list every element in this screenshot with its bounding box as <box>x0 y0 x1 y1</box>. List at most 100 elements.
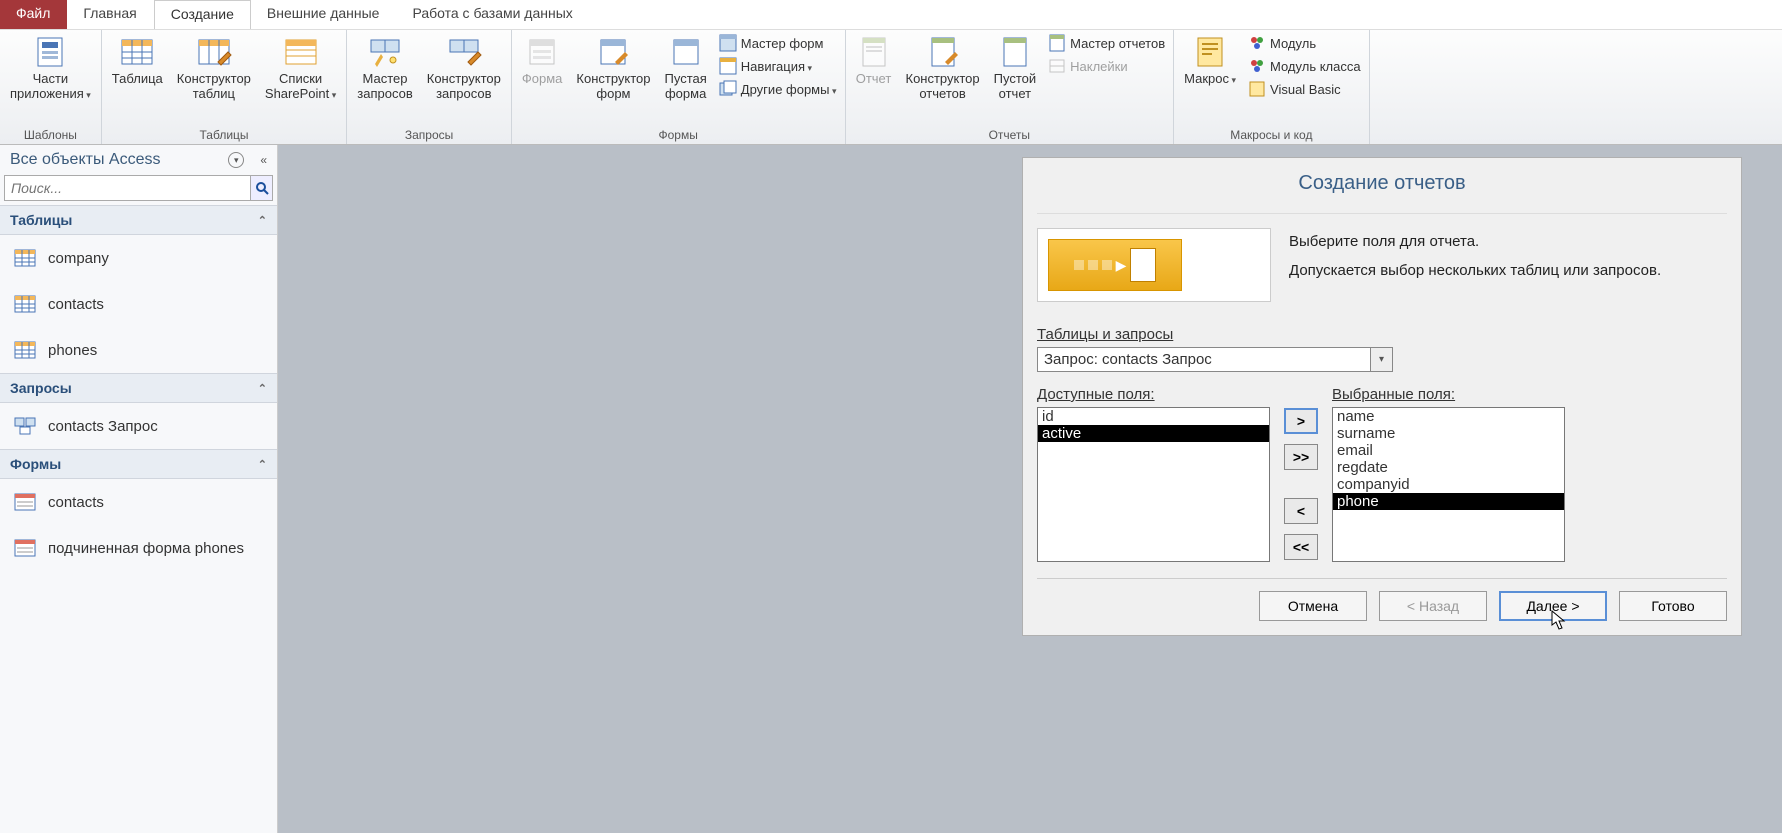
blank-form-button[interactable]: Пустая форма <box>659 32 713 104</box>
dropdown-icon[interactable]: ▾ <box>1371 347 1393 372</box>
report-wizard-label: Мастер отчетов <box>1070 36 1165 51</box>
available-fields-listbox[interactable]: idactive <box>1037 407 1270 562</box>
next-button[interactable]: Далее > <box>1499 591 1607 621</box>
nav-collapse-icon[interactable]: « <box>260 153 267 167</box>
blank-report-icon <box>997 34 1033 70</box>
ribbon-group-queries: Мастер запросов Конструктор запросов Зап… <box>347 30 512 144</box>
source-select[interactable]: Запрос: contacts Запрос ▾ <box>1037 347 1393 372</box>
nav-item-form[interactable]: подчиненная форма phones <box>0 525 277 571</box>
tab-external[interactable]: Внешние данные <box>251 0 397 29</box>
query-wizard-button[interactable]: Мастер запросов <box>351 32 418 104</box>
sharepoint-button[interactable]: Списки SharePoint <box>259 32 342 104</box>
search-go-icon[interactable] <box>251 175 273 201</box>
other-forms-button[interactable]: Другие формы <box>715 78 841 100</box>
report-wizard-button[interactable]: Мастер отчетов <box>1044 32 1169 54</box>
form-button[interactable]: Форма <box>516 32 569 89</box>
nav-item-label: contacts Запрос <box>48 418 158 435</box>
report-design-label: Конструктор отчетов <box>906 72 980 102</box>
macro-button[interactable]: Макрос <box>1178 32 1242 89</box>
tab-dbtools[interactable]: Работа с базами данных <box>396 0 589 29</box>
query-design-button[interactable]: Конструктор запросов <box>421 32 507 104</box>
nav-pane-header[interactable]: Все объекты Access ▾ « <box>0 145 277 175</box>
form-icon <box>14 539 36 557</box>
app-parts-button[interactable]: Части приложения <box>4 32 97 104</box>
visual-basic-icon <box>1248 80 1266 98</box>
tab-home[interactable]: Главная <box>67 0 153 29</box>
nav-item-table[interactable]: phones <box>0 327 277 373</box>
report-icon <box>856 34 892 70</box>
ribbon-group-templates: Части приложения Шаблоны <box>0 30 102 144</box>
query-design-icon <box>446 34 482 70</box>
wizard-prompt1: Выберите поля для отчета. <box>1289 228 1727 257</box>
listbox-option[interactable]: surname <box>1333 425 1564 442</box>
group-macros-label: Макросы и код <box>1178 128 1364 144</box>
sharepoint-label: Списки SharePoint <box>265 72 336 102</box>
nav-section-forms-label: Формы <box>10 456 61 472</box>
nav-section-tables[interactable]: Таблицы ⌃ <box>0 205 277 235</box>
add-field-button[interactable]: > <box>1284 408 1318 434</box>
form-icon <box>524 34 560 70</box>
remove-all-fields-button[interactable]: << <box>1284 534 1318 560</box>
tab-create[interactable]: Создание <box>154 0 251 29</box>
module-button[interactable]: Модуль <box>1244 32 1365 54</box>
query-design-label: Конструктор запросов <box>427 72 501 102</box>
nav-section-queries[interactable]: Запросы ⌃ <box>0 373 277 403</box>
report-design-button[interactable]: Конструктор отчетов <box>900 32 986 104</box>
report-wizard-icon <box>1048 34 1066 52</box>
tab-file[interactable]: Файл <box>0 0 67 29</box>
group-queries-label: Запросы <box>351 128 507 144</box>
navigation-label: Навигация <box>741 59 812 74</box>
labels-button[interactable]: Наклейки <box>1044 55 1169 77</box>
visual-basic-label: Visual Basic <box>1270 82 1341 97</box>
blank-report-button[interactable]: Пустой отчет <box>988 32 1043 104</box>
macro-label: Макрос <box>1184 72 1236 87</box>
form-design-button[interactable]: Конструктор форм <box>570 32 656 104</box>
form-design-icon <box>595 34 631 70</box>
back-button[interactable]: < Назад <box>1379 591 1487 621</box>
report-button[interactable]: Отчет <box>850 32 898 89</box>
add-all-fields-button[interactable]: >> <box>1284 444 1318 470</box>
listbox-option[interactable]: name <box>1333 408 1564 425</box>
nav-search <box>4 175 273 201</box>
nav-section-forms[interactable]: Формы ⌃ <box>0 449 277 479</box>
remove-field-button[interactable]: < <box>1284 498 1318 524</box>
nav-pane: Все объекты Access ▾ « Таблицы ⌃ company… <box>0 145 278 833</box>
macro-icon <box>1192 34 1228 70</box>
nav-item-table[interactable]: company <box>0 235 277 281</box>
ribbon-group-forms: Форма Конструктор форм Пустая форма Маст… <box>512 30 846 144</box>
table-icon <box>14 249 36 267</box>
nav-item-form[interactable]: contacts <box>0 479 277 525</box>
group-forms-label: Формы <box>516 128 841 144</box>
class-module-button[interactable]: Модуль класса <box>1244 55 1365 77</box>
chevron-up-icon: ⌃ <box>258 382 267 395</box>
visual-basic-button[interactable]: Visual Basic <box>1244 78 1365 100</box>
ribbon: Части приложения Шаблоны Таблица Констру… <box>0 30 1782 145</box>
listbox-option[interactable]: id <box>1038 408 1269 425</box>
wizard-prompt: Выберите поля для отчета. Допускается вы… <box>1289 228 1727 302</box>
listbox-option[interactable]: regdate <box>1333 459 1564 476</box>
nav-item-table[interactable]: contacts <box>0 281 277 327</box>
query-wizard-label: Мастер запросов <box>357 72 412 102</box>
cancel-button[interactable]: Отмена <box>1259 591 1367 621</box>
nav-item-label: contacts <box>48 494 104 511</box>
table-design-icon <box>196 34 232 70</box>
nav-item-query[interactable]: contacts Запрос <box>0 403 277 449</box>
listbox-option[interactable]: email <box>1333 442 1564 459</box>
blank-form-label: Пустая форма <box>665 72 707 102</box>
search-input[interactable] <box>4 175 251 201</box>
nav-section-tables-label: Таблицы <box>10 212 72 228</box>
nav-item-label: contacts <box>48 296 104 313</box>
report-label: Отчет <box>856 72 892 87</box>
navigation-button[interactable]: Навигация <box>715 55 841 77</box>
finish-button[interactable]: Готово <box>1619 591 1727 621</box>
table-button[interactable]: Таблица <box>106 32 169 89</box>
table-design-button[interactable]: Конструктор таблиц <box>171 32 257 104</box>
listbox-option[interactable]: phone <box>1333 493 1564 510</box>
listbox-option[interactable]: active <box>1038 425 1269 442</box>
selected-fields-listbox[interactable]: namesurnameemailregdatecompanyidphone <box>1332 407 1565 562</box>
group-templates-label: Шаблоны <box>4 128 97 144</box>
listbox-option[interactable]: companyid <box>1333 476 1564 493</box>
form-wizard-button[interactable]: Мастер форм <box>715 32 841 54</box>
ribbon-group-tables: Таблица Конструктор таблиц Списки ShareP… <box>102 30 347 144</box>
nav-filter-icon[interactable]: ▾ <box>228 152 244 168</box>
